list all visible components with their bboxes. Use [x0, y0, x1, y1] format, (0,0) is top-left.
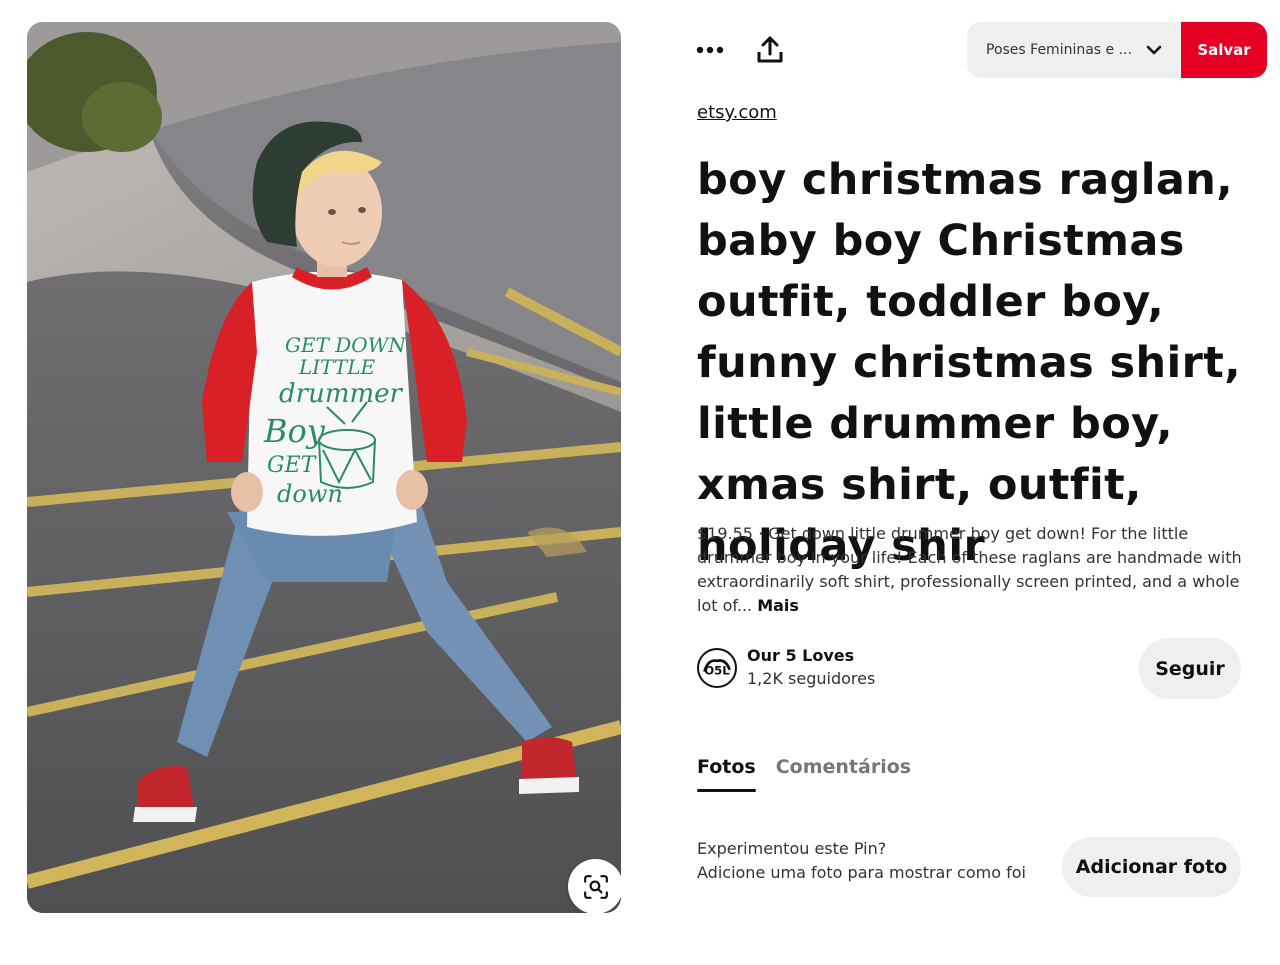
shirt-text-line: GET DOWN: [285, 333, 407, 357]
pin-image[interactable]: GET DOWN LITTLE drummer Boy GET down: [27, 22, 621, 913]
shirt-text-line: LITTLE: [298, 355, 376, 379]
creator-followers: 1,2K seguidores: [747, 669, 876, 688]
more-link[interactable]: Mais: [757, 596, 799, 615]
tab-photos[interactable]: Fotos: [697, 756, 756, 792]
tried-prompt: Experimentou este Pin? Adicione uma foto…: [697, 837, 1026, 885]
avatar[interactable]: O5L: [697, 648, 737, 688]
visual-search-button[interactable]: [568, 859, 621, 913]
pin-description: $19.55 · Get down little drummer boy get…: [697, 522, 1242, 618]
chevron-down-icon: [1146, 45, 1162, 55]
pin-card: GET DOWN LITTLE drummer Boy GET down Pos…: [0, 0, 1280, 965]
shirt-text-line: Boy: [263, 412, 326, 450]
board-name: Poses Femininas e ...: [986, 42, 1132, 58]
more-horizontal-icon: [696, 46, 724, 54]
follow-button[interactable]: Seguir: [1139, 638, 1241, 699]
pin-title: boy christmas raglan, baby boy Christmas…: [697, 155, 1241, 571]
tried-prompt-title: Experimentou este Pin?: [697, 839, 887, 858]
board-dropdown[interactable]: Poses Femininas e ...: [967, 22, 1181, 78]
pin-photo: GET DOWN LITTLE drummer Boy GET down: [27, 22, 621, 913]
creator-logo: O5L: [700, 651, 734, 685]
shirt-text-line: down: [277, 480, 343, 508]
creator-name[interactable]: Our 5 Loves: [747, 645, 875, 667]
pin-actions: [690, 30, 790, 70]
shirt-text-line: GET: [267, 453, 318, 478]
add-photo-button[interactable]: Adicionar foto: [1062, 837, 1241, 897]
more-options-button[interactable]: [690, 30, 730, 70]
avatar-text: O5L: [704, 663, 730, 677]
tab-comments[interactable]: Comentários: [776, 756, 911, 788]
share-upload-icon: [757, 36, 783, 63]
tried-prompt-subtitle: Adicione uma foto para mostrar como foi: [697, 863, 1026, 882]
shirt-text-line: drummer: [279, 379, 404, 409]
save-button[interactable]: Salvar: [1181, 22, 1267, 78]
source-link[interactable]: etsy.com: [697, 102, 777, 123]
creator-info: O5L Our 5 Loves 1,2K seguidores: [697, 645, 875, 691]
visual-search-icon: [583, 874, 608, 899]
share-button[interactable]: [750, 30, 790, 70]
pin-tabs: Fotos Comentários: [697, 756, 911, 792]
